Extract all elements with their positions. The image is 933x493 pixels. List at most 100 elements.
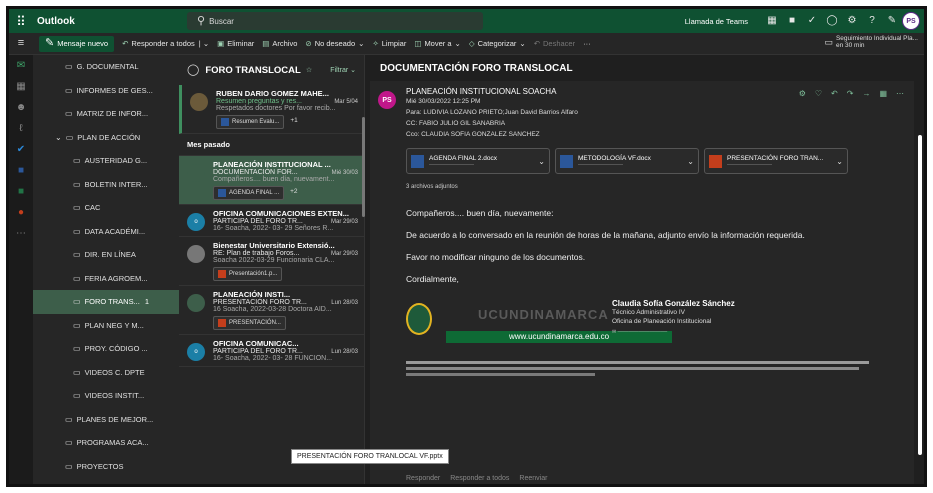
teams-share-icon[interactable]: ▦	[879, 89, 887, 98]
folder-item[interactable]: ⌄ ▭ PLAN DE ACCIÓN	[33, 126, 179, 150]
more-icon[interactable]: ⋯	[896, 89, 904, 98]
message-item[interactable]: o OFICINA COMUNICACIONES EXTEN... PARTICIP…	[179, 205, 364, 237]
attachment-chip[interactable]: AGENDA FINAL ...	[213, 186, 285, 200]
folder-item[interactable]: ▭ DATA ACADÉMI...	[33, 220, 179, 244]
user-avatar[interactable]: PS	[902, 12, 920, 30]
more-commands-button[interactable]: ···	[583, 39, 591, 48]
calendar-icon[interactable]: ▦	[9, 77, 33, 97]
select-all-icon[interactable]: ◯	[187, 64, 199, 76]
word-icon[interactable]: ■	[782, 9, 802, 33]
app-title[interactable]: Outlook	[37, 16, 187, 27]
filter-button[interactable]: Filtrar ⌄	[330, 66, 356, 74]
file-icon	[218, 270, 226, 278]
more-attachments-count: +1	[290, 117, 298, 124]
folder-item[interactable]: ▭ MATRIZ DE INFOR...	[33, 102, 179, 126]
message-list-scrollbar[interactable]	[362, 117, 365, 217]
message-item[interactable]: o OFICINA COMUNICAC... PARTICIPA DEL FORO …	[179, 335, 364, 367]
sender-avatar	[187, 245, 205, 263]
folder-item[interactable]: ▭ VIDEOS INSTIT...	[33, 384, 179, 408]
bell-icon[interactable]: ◯	[822, 9, 842, 33]
todo-icon[interactable]: ✓	[802, 9, 822, 33]
folder-item[interactable]: ▭ PLAN NEG Y M...	[33, 314, 179, 338]
feedback-icon[interactable]: ✎	[882, 9, 902, 33]
like-icon[interactable]: ♡	[815, 89, 822, 98]
sender-avatar[interactable]: PS	[378, 91, 396, 109]
folder-item[interactable]: ▭ CAC	[33, 196, 179, 220]
people-icon[interactable]: ☻	[9, 98, 33, 118]
move-button[interactable]: ◫ Mover a ⌄	[414, 39, 460, 48]
reply-all-button[interactable]: ↶ Responder a todos | ⌄	[122, 39, 209, 48]
folder-item[interactable]: ▭ PLANES DE MEJOR...	[33, 408, 179, 432]
junk-button[interactable]: ⊘ No deseado ⌄	[305, 39, 364, 48]
folder-item[interactable]: ▭ DIR. EN LÍNEA	[33, 243, 179, 267]
attachment-card[interactable]: PRESENTACIÓN FORO TRAN... —————————— ⌄	[704, 148, 848, 174]
attachment-name: AGENDA FINAL 2.docx	[429, 155, 498, 162]
folder-label: G. DOCUMENTAL	[76, 62, 139, 72]
chevron-down-icon[interactable]: ⌄	[538, 157, 545, 166]
subject-row: DOCUMENTACIÓN FOR... Mié 30/03	[213, 169, 358, 176]
message-item[interactable]: Bienestar Universitario Extensió... RE: P…	[179, 237, 364, 286]
folder-item[interactable]: ▭ FORO TRANS... 1	[33, 290, 179, 314]
reading-pane-scrollbar[interactable]	[918, 135, 922, 455]
reply-action-button[interactable]: Responder	[406, 475, 440, 482]
folder-item[interactable]: ▭ FERIA AGROEM...	[33, 267, 179, 291]
reply-action-button[interactable]: Responder a todos	[450, 475, 509, 482]
categorize-button[interactable]: ◇ Categorizar ⌄	[469, 39, 526, 48]
followup-title: Seguimiento Individual Pla...	[835, 35, 918, 42]
gear-icon[interactable]: ⚙	[799, 89, 806, 98]
folder-item[interactable]: ▭ PROY. CÓDIGO ...	[33, 337, 179, 361]
signature-details: Claudia Sofía González Sánchez Técnico A…	[612, 299, 735, 337]
word-icon	[560, 154, 573, 168]
help-icon[interactable]: ?	[862, 9, 882, 33]
folder-item[interactable]: ▭ PROGRAMAS ACA...	[33, 431, 179, 455]
chevron-down-icon[interactable]: ⌄	[55, 133, 62, 142]
attachment-chip[interactable]: Resumen Evalu...	[216, 115, 285, 129]
attachment-card[interactable]: METODOLOGÍA VF.docx —————————— ⌄	[555, 148, 699, 174]
forward-icon[interactable]: →	[862, 89, 870, 98]
folder-icon: ▭	[65, 62, 73, 72]
mail-icon[interactable]: ✉	[9, 56, 33, 76]
search-box[interactable]: ⚲ Buscar	[187, 12, 483, 30]
attachment-card[interactable]: AGENDA FINAL 2.docx —————————— ⌄	[406, 148, 550, 174]
favorite-star-icon[interactable]: ☆	[306, 66, 312, 74]
calendar-icon[interactable]: ▦	[762, 9, 782, 33]
folder-item[interactable]: ▭ AUSTERIDAD G...	[33, 149, 179, 173]
gear-icon[interactable]: ⚙	[842, 9, 862, 33]
new-mail-button[interactable]: ✎ Mensaje nuevo	[39, 35, 115, 52]
junk-label: No deseado	[314, 39, 356, 48]
attach-icon[interactable]: ℓ	[9, 119, 33, 139]
attachment-row: PRESENTACIÓN...	[213, 313, 358, 330]
message-item[interactable]: PLANEACIÓN INSTI... PRESENTACIÓN FORO TR.…	[179, 286, 364, 335]
message-item[interactable]: PLANEACIÓN INSTITUCIONAL ... DOCUMENTACIÓ…	[179, 156, 364, 205]
folder-icon: ▭	[73, 297, 81, 307]
hamburger-menu-icon[interactable]: ≡	[9, 38, 33, 49]
powerpoint-app-icon[interactable]: ●	[9, 203, 33, 223]
teams-call-button[interactable]: Llamada de Teams	[685, 17, 748, 26]
folder-item[interactable]: ▭ VIDEOS C. DPTE	[33, 361, 179, 385]
reply-all-icon[interactable]: ↷	[847, 89, 854, 98]
undo-button[interactable]: ↶ Deshacer	[534, 39, 575, 48]
todo-icon[interactable]: ✔	[9, 140, 33, 160]
sweep-button[interactable]: ✧ Limpiar	[372, 39, 406, 48]
app-launcher-icon[interactable]: ⠿	[9, 9, 33, 33]
chevron-down-icon[interactable]: ⌄	[836, 157, 843, 166]
message-item[interactable]: RUBEN DARIO GOMEZ MAHE... Resumen pregunt…	[179, 85, 364, 134]
archive-button[interactable]: ▤ Archivo	[262, 39, 297, 48]
folder-item[interactable]: ▭ INFORMES DE GES...	[33, 79, 179, 103]
reply-action-button[interactable]: Reenviar	[519, 475, 547, 482]
folder-icon: ▭	[65, 438, 73, 448]
attachment-chip[interactable]: PRESENTACIÓN...	[213, 316, 286, 330]
folder-item[interactable]: ▭ BOLETIN INTER...	[33, 173, 179, 197]
chevron-down-icon[interactable]: ⌄	[687, 157, 694, 166]
folder-item[interactable]: ▭ PROYECTOS	[33, 455, 179, 479]
excel-app-icon[interactable]: ■	[9, 182, 33, 202]
more-apps-icon[interactable]: ⋯	[9, 224, 33, 244]
reply-icon[interactable]: ↶	[831, 89, 838, 98]
attachment-chip[interactable]: Presentación1.p...	[213, 267, 283, 281]
more-attachments-count: +2	[290, 188, 298, 195]
followup-reminder[interactable]: ▭ Seguimiento Individual Pla... en 30 mi…	[824, 35, 918, 49]
subject-row: RE: Plan de trabajo Foros... Mar 29/03	[213, 250, 358, 257]
folder-item[interactable]: ▭ G. DOCUMENTAL	[33, 55, 179, 79]
delete-button[interactable]: ▣ Eliminar	[217, 39, 254, 48]
word-app-icon[interactable]: ■	[9, 161, 33, 181]
